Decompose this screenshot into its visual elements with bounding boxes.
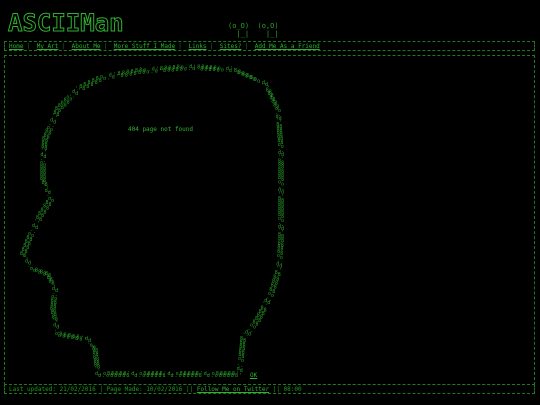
ascii-char: 8 (195, 373, 198, 379)
ascii-char: o (179, 373, 182, 379)
ascii-char: . (211, 373, 214, 379)
ascii-char: 8 (118, 373, 121, 379)
time-text: 08:00 (283, 386, 302, 393)
ascii-char: d (207, 373, 210, 379)
ascii-char: 8 (134, 71, 137, 77)
ascii-char: 8 (71, 335, 74, 341)
ascii-char: 8 (158, 373, 161, 379)
footer-bar: Last updated: 21/02/2016 | Page Made: 10… (4, 384, 535, 394)
ok-link[interactable]: OK (250, 372, 257, 379)
ascii-char: 8 (79, 337, 82, 343)
ascii-char: 8 (183, 373, 186, 379)
ascii-char: 8 (150, 373, 153, 379)
ascii-char: 8 (48, 273, 51, 279)
ascii-char: o (215, 373, 218, 379)
ascii-char: 8 (231, 373, 234, 379)
ascii-char: 8 (235, 373, 238, 379)
last-updated-text: Last updated: 21/02/2016 (9, 386, 96, 393)
ascii-char: 8 (219, 373, 222, 379)
ascii-char: 8 (146, 373, 149, 379)
ascii-char: 8 (187, 373, 190, 379)
ascii-char: d (88, 338, 91, 344)
ascii-char: ' (167, 373, 170, 379)
ascii-char: 8 (223, 373, 226, 379)
ascii-char: o (106, 373, 109, 379)
ascii-char: . (138, 373, 141, 379)
ascii-char: 8 (227, 373, 230, 379)
ascii-char: 8 (75, 336, 78, 342)
error-message: 404 page not found (128, 126, 194, 133)
ascii-char: 8 (126, 373, 129, 379)
ascii-char: 8 (114, 373, 117, 379)
ascii-char: 8 (38, 270, 41, 276)
ascii-char: 8 (154, 373, 157, 379)
ascii-head-art: 8 88 8o o. .d d' '8 88 88 88 88 8o o. .d d' '8 88 88 88 88 8… (20, 64, 284, 379)
ascii-char: 8 (67, 334, 70, 340)
ascii-char: . (175, 373, 178, 379)
ascii-char: d (171, 373, 174, 379)
ascii-char: 8 (43, 271, 46, 277)
ascii-char: 8 (163, 373, 166, 379)
ascii-char: 8 (62, 334, 65, 340)
ascii-char: ' (239, 373, 242, 379)
ascii-char: d (134, 373, 137, 379)
ascii-char: 8 (122, 373, 125, 379)
ascii-char: 8 (110, 373, 113, 379)
ascii-char: ' (203, 373, 206, 379)
ascii-char: . (102, 373, 105, 379)
ascii-char: ' (130, 373, 133, 379)
page-made-text: Page Made: 10/02/2016 (106, 386, 183, 393)
twitter-link[interactable]: Follow Me on Twitter (197, 386, 269, 393)
ascii-char: 8 (199, 373, 202, 379)
ascii-char: ' (84, 337, 87, 343)
ascii-char: o (142, 373, 145, 379)
ascii-char: 8 (191, 373, 194, 379)
